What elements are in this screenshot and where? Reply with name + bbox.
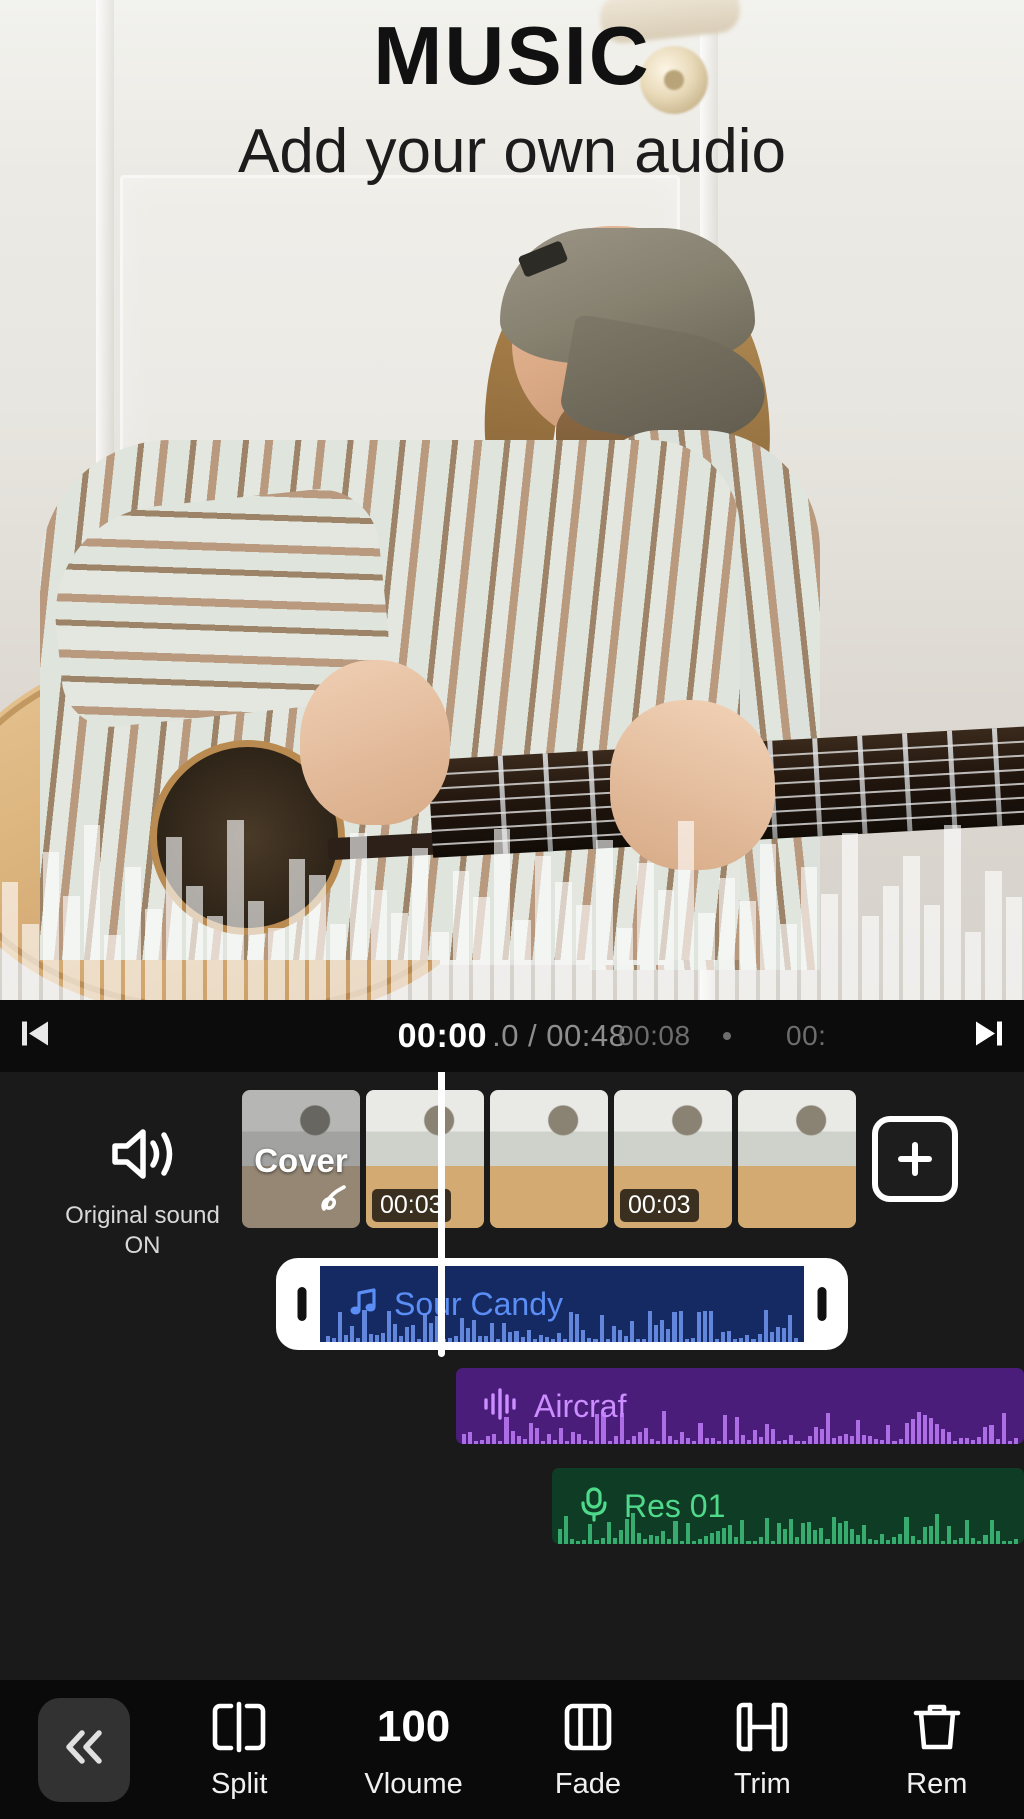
overlay-title: MUSIC: [373, 9, 651, 102]
collapse-toolbar-button[interactable]: [38, 1697, 130, 1802]
tool-label: Rem: [906, 1767, 968, 1800]
tool-label: Split: [210, 1767, 268, 1800]
track-waveform: [552, 1510, 1024, 1544]
tool-label: Fade: [554, 1767, 622, 1800]
clip-duration: 00:03: [620, 1189, 699, 1222]
bottom-toolbar: Split 100 Vloume Fade Trim Rem: [0, 1680, 1024, 1819]
cover-clip[interactable]: Cover: [242, 1090, 360, 1228]
tool-label: Vloume: [364, 1767, 463, 1800]
video-clip[interactable]: [738, 1090, 856, 1228]
fretting-hand: [610, 700, 775, 870]
ruler-mark-1: 00:08: [618, 1020, 691, 1051]
original-sound-label: Original sound: [65, 1202, 220, 1229]
track-waveform: [320, 1308, 804, 1342]
tool-remove[interactable]: Rem: [877, 1699, 997, 1801]
pen-edit-icon[interactable]: [317, 1182, 351, 1221]
audio-track-sfx[interactable]: Aircraf: [456, 1368, 1024, 1444]
tool-label: Trim: [733, 1767, 791, 1800]
track-waveform: [456, 1410, 1024, 1444]
total-time: .0 / 00:48: [492, 1018, 627, 1053]
double-chevron-left-icon: [58, 1725, 110, 1774]
add-clip-button[interactable]: [872, 1116, 958, 1202]
music-track-selected[interactable]: Sour Candy: [276, 1258, 848, 1350]
tool-split[interactable]: Split: [179, 1699, 299, 1801]
original-sound-state: ON: [124, 1232, 161, 1259]
ruler-mark-2: 00:: [786, 1020, 827, 1051]
volume-number: 100: [376, 1701, 451, 1751]
overlay-subtitle: Add your own audio: [237, 117, 787, 186]
toolbar-items: Split 100 Vloume Fade Trim Rem: [130, 1699, 1024, 1801]
clip-thumbnail: [738, 1090, 856, 1228]
ruler-dot: [723, 1032, 731, 1040]
current-time: 00:00: [397, 1016, 488, 1055]
split-icon: [210, 1699, 268, 1755]
video-clip[interactable]: 00:03: [614, 1090, 732, 1228]
tool-volume[interactable]: 100 Vloume: [354, 1699, 474, 1801]
audio-track-voice[interactable]: Res 01: [552, 1468, 1024, 1544]
timecode-readout: 00:00 .0 / 00:48: [0, 1000, 1024, 1072]
volume-value: 100: [377, 1699, 450, 1755]
trash-icon: [912, 1699, 962, 1755]
video-clip[interactable]: 00:03: [366, 1090, 484, 1228]
playback-timecode-bar: 00:00 .0 / 00:48 00:08 00:: [0, 1000, 1024, 1072]
trim-handle-right[interactable]: [804, 1266, 840, 1342]
video-clip[interactable]: [490, 1090, 608, 1228]
tool-fade[interactable]: Fade: [528, 1699, 648, 1801]
fade-icon: [562, 1699, 614, 1755]
timeline-panel[interactable]: Original sound ON Cover 00:03 00:03 Sour…: [0, 1072, 1024, 1680]
clip-thumbnail: [490, 1090, 608, 1228]
skip-to-end-icon[interactable]: [972, 1017, 1006, 1056]
trim-icon: [733, 1699, 791, 1755]
speaker-volume-icon: [105, 1129, 181, 1190]
cover-label: Cover: [254, 1142, 348, 1180]
clip-strip[interactable]: Cover 00:03 00:03: [242, 1090, 958, 1228]
original-sound-toggle[interactable]: Original sound ON: [55, 1122, 230, 1261]
trim-handle-left[interactable]: [284, 1266, 320, 1342]
strumming-hand: [300, 660, 450, 825]
tool-trim[interactable]: Trim: [702, 1699, 822, 1801]
audio-track-music[interactable]: Sour Candy: [320, 1266, 804, 1342]
video-preview[interactable]: MUSIC Add your own audio: [0, 0, 1024, 1000]
playhead[interactable]: [438, 1072, 445, 1357]
